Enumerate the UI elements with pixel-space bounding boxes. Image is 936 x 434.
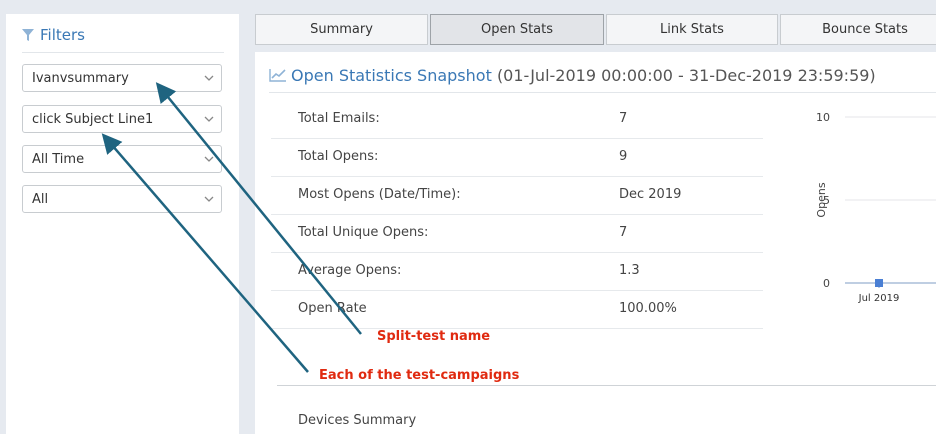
stat-row: Open Rate 100.00% [271, 291, 763, 329]
campaign-value: click Subject Line1 [32, 112, 154, 127]
stat-row: Average Opens: 1.3 [271, 253, 763, 291]
stat-label: Average Opens: [298, 263, 402, 278]
stat-value: 100.00% [619, 301, 677, 316]
snapshot-date-range: (01-Jul-2019 00:00:00 - 31-Dec-2019 23:5… [496, 66, 876, 85]
filter-icon [22, 27, 36, 45]
stat-row: Total Unique Opens: 7 [271, 215, 763, 253]
time-range-select[interactable]: All Time [22, 145, 222, 173]
split-test-value: Ivanvsummary [32, 71, 129, 86]
stat-label: Most Opens (Date/Time): [298, 187, 461, 202]
tab-bounce-stats[interactable]: Bounce Stats [780, 14, 936, 45]
audience-select[interactable]: All [22, 185, 222, 213]
stat-row: Most Opens (Date/Time): Dec 2019 [271, 177, 763, 215]
filters-title: Filters [40, 26, 85, 44]
split-test-annotation: Split-test name [377, 329, 491, 344]
stat-label: Total Emails: [298, 111, 380, 126]
stat-label: Total Opens: [298, 149, 379, 164]
chevron-down-icon [203, 106, 215, 132]
stat-row: Total Emails: 7 [271, 101, 763, 139]
stat-value: 7 [619, 225, 628, 240]
stat-value: Dec 2019 [619, 187, 682, 202]
filters-sidebar: Filters Ivanvsummary click Subject Line1… [6, 14, 239, 434]
snapshot-title: Open Statistics Snapshot (01-Jul-2019 00… [269, 66, 876, 86]
stat-row: Total Opens: 9 [271, 139, 763, 177]
stat-label: Total Unique Opens: [298, 225, 429, 240]
y-tick-label: 0 [823, 277, 830, 290]
title-divider [269, 92, 936, 93]
filters-header: Filters [22, 26, 224, 53]
y-axis-label: Opens [815, 182, 828, 217]
section-divider [277, 385, 936, 386]
chevron-down-icon [203, 186, 215, 212]
campaign-select[interactable]: click Subject Line1 [22, 105, 222, 133]
x-tick-label: Jul 2019 [858, 293, 900, 304]
split-test-select[interactable]: Ivanvsummary [22, 64, 222, 92]
chevron-down-icon [203, 65, 215, 91]
campaigns-annotation: Each of the test-campaigns [319, 368, 520, 383]
devices-summary-title: Devices Summary [298, 413, 417, 428]
time-range-value: All Time [32, 152, 85, 167]
stat-label: Open Rate [298, 301, 367, 316]
audience-value: All [32, 192, 49, 207]
y-tick-label: 10 [816, 111, 830, 124]
snapshot-heading: Open Statistics Snapshot [291, 66, 492, 85]
tab-link-stats[interactable]: Link Stats [606, 14, 778, 45]
stat-value: 1.3 [619, 263, 640, 278]
line-chart-icon [269, 67, 287, 86]
data-point [875, 279, 883, 287]
opens-chart: 0 5 10 Opens Jul 2019 [787, 100, 936, 320]
chevron-down-icon [203, 146, 215, 172]
tab-summary[interactable]: Summary [255, 14, 428, 45]
stat-value: 9 [619, 149, 628, 164]
tab-open-stats[interactable]: Open Stats [430, 14, 604, 45]
stat-value: 7 [619, 111, 628, 126]
stats-tabs: Summary Open Stats Link Stats Bounce Sta… [255, 14, 936, 45]
